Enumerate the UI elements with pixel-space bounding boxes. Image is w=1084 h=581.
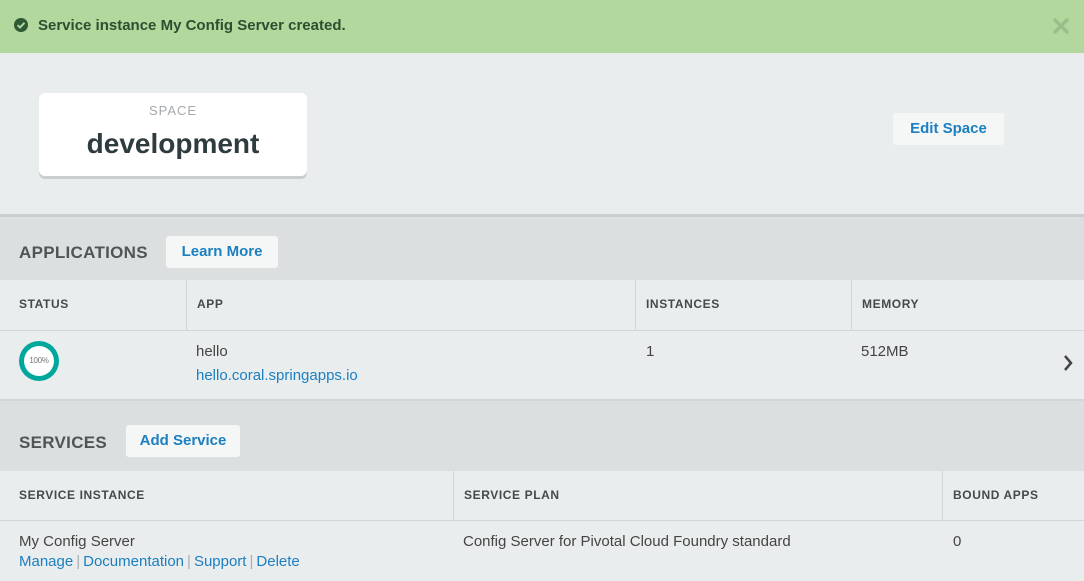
service-instance-name: My Config Server [19,533,135,550]
space-name: development [86,128,260,159]
link-separator: | [187,553,191,570]
delete-link[interactable]: Delete [256,553,299,570]
bound-apps-count: 0 [953,533,962,550]
app-route-link[interactable]: hello.coral.springapps.io [196,367,358,384]
app-name: hello [196,343,228,360]
column-divider [851,280,852,330]
column-divider [635,280,636,330]
alert-message: Service instance My Config Server create… [38,16,346,36]
services-title: SERVICES [19,433,108,452]
column-header-memory: MEMORY [862,297,920,311]
manage-link[interactable]: Manage [19,553,73,570]
success-alert: Service instance My Config Server create… [0,0,1084,53]
check-circle-icon [14,18,28,32]
column-header-status: STATUS [19,297,69,311]
service-plan: Config Server for Pivotal Cloud Foundry … [463,533,791,550]
add-service-button[interactable]: Add Service [126,425,240,457]
app-instances: 1 [646,343,655,360]
learn-more-button[interactable]: Learn More [166,236,278,268]
alert-prefix: Service instance [38,17,157,34]
column-divider [453,471,454,520]
space-card: SPACE development [39,93,307,176]
link-separator: | [249,553,254,570]
applications-section-header: APPLICATIONS Learn More [0,217,1084,280]
services-table-header: SERVICE INSTANCE SERVICE PLAN BOUND APPS [0,471,1084,521]
applications-table-header: STATUS APP INSTANCES MEMORY [0,280,1084,331]
services-section-header: SERVICES Add Service [0,401,1084,471]
close-icon[interactable] [1052,17,1070,35]
space-label: SPACE [148,103,198,118]
edit-space-button[interactable]: Edit Space [893,113,1004,145]
alert-instance-name: My Config Server [160,17,284,34]
support-link[interactable]: Support [194,553,247,570]
applications-title: APPLICATIONS [19,243,148,262]
app-memory: 512MB [861,343,909,360]
link-separator: | [76,553,81,570]
service-actions: Manage | Documentation | Support | Delete [19,553,300,570]
column-divider [942,471,943,520]
column-header-app: APP [197,297,224,311]
column-header-instances: INSTANCES [646,297,720,311]
alert-suffix: created. [288,17,346,34]
documentation-link[interactable]: Documentation [83,553,184,570]
status-percent: 100% [24,346,54,376]
column-header-bound-apps: BOUND APPS [953,488,1039,502]
status-ring: 100% [19,341,59,381]
chevron-right-icon[interactable] [1062,354,1074,377]
column-divider [186,280,187,330]
column-header-service-plan: SERVICE PLAN [464,488,560,502]
column-header-service-instance: SERVICE INSTANCE [19,488,145,502]
